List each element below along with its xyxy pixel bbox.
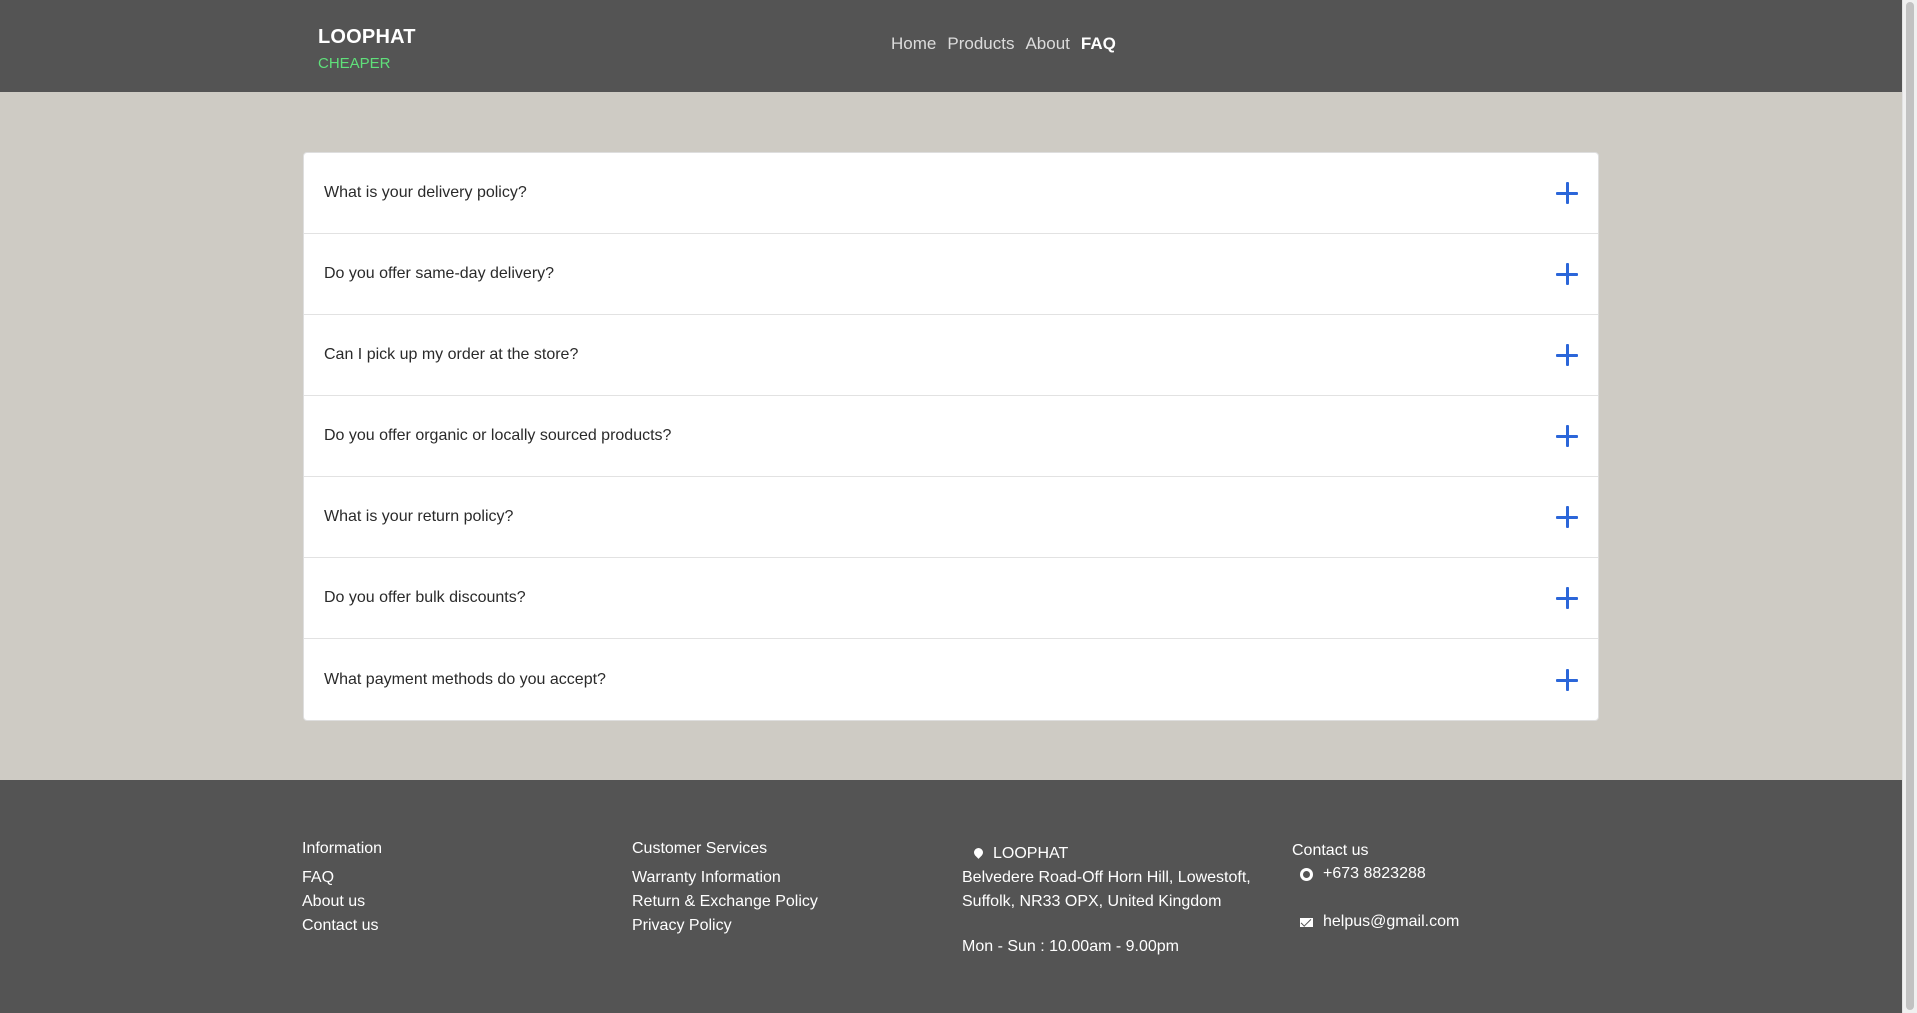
contact-title: Contact us [1292,842,1369,859]
footer-link-about-us[interactable]: About us [302,890,382,914]
footer-contact: Contact us +673 8823288 helpus@gmail.com [1292,842,1459,934]
opening-hours: Mon - Sun : 10.00am - 9.00pm [962,938,1179,955]
brand-name: LOOPHAT [318,26,416,48]
site-header: LOOPHAT CHEAPER Home Products About FAQ [0,0,1902,92]
footer-information-title: Information [302,840,383,857]
faq-question: Do you offer bulk discounts? [324,589,526,606]
whatsapp-icon [1300,867,1313,881]
footer-location: LOOPHAT Belvedere Road-Off Horn Hill, Lo… [962,842,1252,956]
footer-link-faq[interactable]: FAQ [302,866,382,890]
nav-about[interactable]: About [1025,34,1069,54]
footer-link-privacy[interactable]: Privacy Policy [632,914,818,938]
footer-customer-services-title: Customer Services [632,840,768,857]
plus-icon[interactable] [1556,668,1578,691]
faq-question: What is your return policy? [324,508,514,525]
brand-tagline: CHEAPER [318,55,391,72]
nav-products[interactable]: Products [947,34,1014,54]
footer-link-contact-us[interactable]: Contact us [302,914,382,938]
mail-icon [1300,917,1313,927]
footer-information: Information FAQ About us Contact us [302,840,382,938]
nav-faq[interactable]: FAQ [1081,34,1116,54]
faq-accordion: What is your delivery policy? Do you off… [303,152,1599,721]
faq-question: Do you offer organic or locally sourced … [324,427,672,444]
faq-question: Do you offer same-day delivery? [324,265,555,282]
site-footer: Information FAQ About us Contact us Cust… [0,780,1902,1013]
plus-icon[interactable] [1556,182,1578,204]
page-scrollbar[interactable] [1902,0,1917,1013]
contact-email-row[interactable]: helpus@gmail.com [1292,910,1459,934]
faq-item[interactable]: Do you offer organic or locally sourced … [304,396,1598,477]
faq-item[interactable]: Do you offer same-day delivery? [304,234,1598,315]
plus-icon[interactable] [1556,425,1578,447]
main-nav: Home Products About FAQ [891,34,1127,54]
faq-question: What is your delivery policy? [324,184,527,201]
plus-icon[interactable] [1556,587,1578,609]
location-name: LOOPHAT [993,845,1069,862]
plus-icon[interactable] [1556,506,1578,528]
location-pin-icon [972,846,985,859]
faq-item[interactable]: What is your delivery policy? [304,153,1598,234]
brand[interactable]: LOOPHAT CHEAPER [318,26,416,72]
contact-phone-row[interactable]: +673 8823288 [1292,862,1459,886]
faq-item[interactable]: What payment methods do you accept? [304,639,1598,720]
location-address: Belvedere Road-Off Horn Hill, Lowestoft,… [962,869,1251,910]
footer-customer-services: Customer Services Warranty Information R… [632,840,818,938]
plus-icon[interactable] [1556,344,1578,366]
scrollbar-thumb[interactable] [1906,2,1914,1010]
contact-email[interactable]: helpus@gmail.com [1323,910,1459,934]
faq-question: What payment methods do you accept? [324,670,606,688]
contact-phone[interactable]: +673 8823288 [1323,862,1426,886]
footer-link-return-exchange[interactable]: Return & Exchange Policy [632,890,818,914]
faq-question: Can I pick up my order at the store? [324,346,579,363]
location-name-row: LOOPHAT [962,842,1252,866]
faq-item[interactable]: Can I pick up my order at the store? [304,315,1598,396]
page: LOOPHAT CHEAPER Home Products About FAQ … [0,0,1917,1013]
nav-home[interactable]: Home [891,34,936,54]
faq-item[interactable]: Do you offer bulk discounts? [304,558,1598,639]
footer-link-warranty[interactable]: Warranty Information [632,866,818,890]
plus-icon[interactable] [1556,263,1578,285]
faq-item[interactable]: What is your return policy? [304,477,1598,558]
